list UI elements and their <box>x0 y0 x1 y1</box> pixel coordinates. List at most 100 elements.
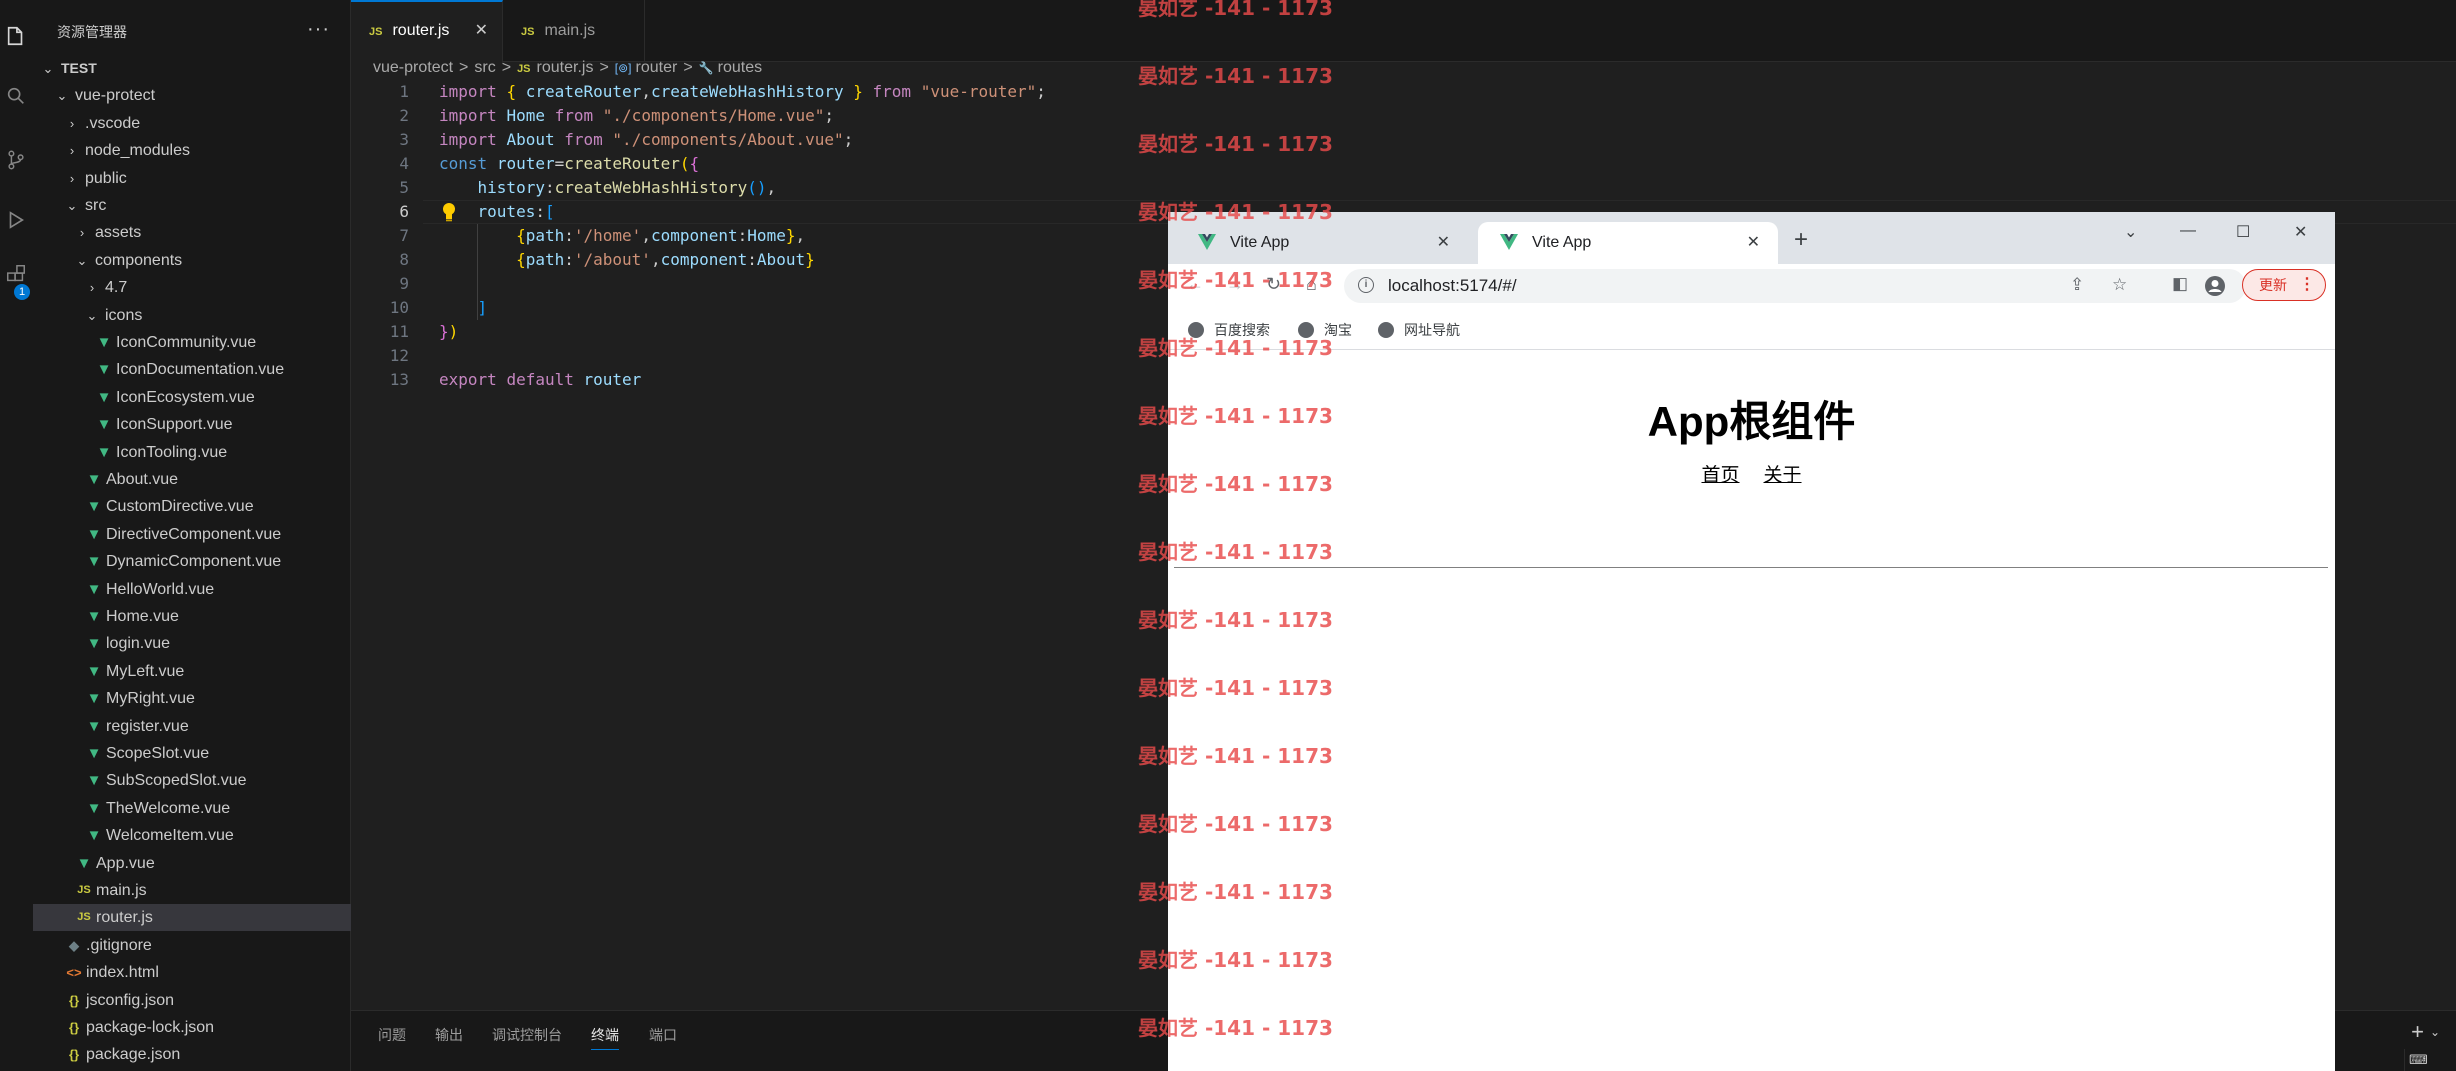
share-icon[interactable]: ⇪ <box>2070 275 2084 295</box>
code-token: import <box>439 82 497 101</box>
tree-item[interactable]: JS main.js <box>33 877 351 904</box>
tree-item[interactable]: ▼ About.vue <box>33 466 351 493</box>
chevron-down-icon[interactable]: ⌄ <box>55 82 69 109</box>
breadcrumb-item[interactable]: src <box>474 59 495 76</box>
breadcrumb-item[interactable]: vue-protect <box>373 59 453 76</box>
new-terminal-icon[interactable]: + <box>2411 1019 2424 1045</box>
chevron-right-icon[interactable]: › <box>85 274 99 301</box>
js-file-icon: JS <box>369 26 383 38</box>
tree-item[interactable]: {} jsconfig.json <box>33 987 351 1014</box>
tree-item[interactable]: ▼ IconEcosystem.vue <box>33 384 351 411</box>
tree-item[interactable]: ▼ IconSupport.vue <box>33 411 351 438</box>
chevron-down-icon[interactable]: ⌄ <box>75 247 89 274</box>
tree-item[interactable]: › 4.7 <box>33 274 351 301</box>
tree-item[interactable]: ▼ WelcomeItem.vue <box>33 822 351 849</box>
explorer-files-icon[interactable] <box>4 24 28 48</box>
chevron-right-icon[interactable]: › <box>65 137 79 164</box>
tab-output[interactable]: 输出 <box>435 1025 463 1045</box>
chevron-down-icon[interactable]: ⌄ <box>65 192 79 219</box>
run-debug-icon[interactable] <box>4 208 28 232</box>
tree-item[interactable]: ▼ login.vue <box>33 630 351 657</box>
tree-item[interactable]: ▼ ScopeSlot.vue <box>33 740 351 767</box>
tree-item[interactable]: ▼ DirectiveComponent.vue <box>33 521 351 548</box>
property-wrench-icon: 🔧 <box>698 61 714 75</box>
tree-item[interactable]: JS router.js <box>33 904 351 932</box>
tree-item[interactable]: {} package-lock.json <box>33 1014 351 1041</box>
tree-item[interactable]: ▼ TheWelcome.vue <box>33 795 351 822</box>
chevron-right-icon[interactable]: › <box>65 165 79 192</box>
home-link[interactable]: 首页 <box>1701 465 1739 486</box>
source-control-icon[interactable] <box>4 148 28 172</box>
chevron-right-icon[interactable]: › <box>75 219 89 246</box>
close-icon[interactable]: ✕ <box>475 2 488 60</box>
code-token: : <box>747 250 757 269</box>
bookmark-star-icon[interactable]: ☆ <box>2112 275 2127 295</box>
tab-problems[interactable]: 问题 <box>378 1025 406 1045</box>
tree-item[interactable]: {} package.json <box>33 1041 351 1068</box>
tree-item[interactable]: ▼ SubScopedSlot.vue <box>33 767 351 794</box>
tab-router-js[interactable]: JS router.js ✕ <box>351 0 503 62</box>
tab-debug-console[interactable]: 调试控制台 <box>492 1025 562 1045</box>
maximize-icon[interactable]: ☐ <box>2236 222 2250 242</box>
more-actions-icon[interactable]: ··· <box>307 18 330 41</box>
close-icon[interactable]: ✕ <box>1437 222 1450 264</box>
tree-item[interactable]: ▼ App.vue <box>33 850 351 877</box>
terminal-instance[interactable]: ⌨ node <box>2404 1049 2456 1071</box>
address-bar[interactable]: i localhost:5174/#/ ⇪ ☆ <box>1344 269 2246 303</box>
tab-search-chevron-icon[interactable]: ⌄ <box>2124 222 2137 242</box>
browser-tab-1[interactable]: Vite App ✕ <box>1176 222 1468 264</box>
bookmark-nav[interactable]: 网址导航 <box>1378 320 1460 340</box>
breadcrumb-item[interactable]: router <box>636 59 678 76</box>
tree-item[interactable]: ▼ Home.vue <box>33 603 351 630</box>
tree-item[interactable]: ▼ MyRight.vue <box>33 685 351 712</box>
chevron-down-icon[interactable]: ⌄ <box>85 302 99 329</box>
tree-item[interactable]: ⌄ vue-protect <box>33 82 351 109</box>
tree-item[interactable]: ◆ .gitignore <box>33 932 351 959</box>
browser-tab-2[interactable]: Vite App ✕ <box>1478 222 1778 264</box>
tree-item[interactable]: ▼ IconTooling.vue <box>33 439 351 466</box>
about-link[interactable]: 关于 <box>1764 465 1802 486</box>
breadcrumb-item[interactable]: router.js <box>537 59 594 76</box>
breadcrumb-item[interactable]: routes <box>718 59 762 76</box>
tree-item[interactable]: ⌄ TEST <box>33 55 351 82</box>
extensions-icon[interactable] <box>4 262 28 286</box>
tree-item[interactable]: ▼ register.vue <box>33 713 351 740</box>
tree-item[interactable]: ▼ MyLeft.vue <box>33 658 351 685</box>
chevron-down-icon[interactable]: ⌄ <box>2430 1025 2440 1039</box>
tree-item[interactable]: ▼ HelloWorld.vue <box>33 576 351 603</box>
tree-item[interactable]: ⌄ components <box>33 247 351 274</box>
browser-titlebar: Vite App ✕ Vite App ✕ + ⌄ — ☐ ✕ <box>1168 212 2335 264</box>
side-panel-icon[interactable]: ◧ <box>2172 274 2188 294</box>
close-window-icon[interactable]: ✕ <box>2294 222 2307 242</box>
tree-item[interactable]: › assets <box>33 219 351 246</box>
line-number: 11 <box>389 322 409 341</box>
site-info-icon[interactable]: i <box>1358 277 1374 293</box>
tree-item[interactable]: › public <box>33 165 351 192</box>
close-icon[interactable]: ✕ <box>1747 222 1760 264</box>
tree-item[interactable]: › node_modules <box>33 137 351 164</box>
lightbulb-icon[interactable] <box>439 201 459 223</box>
tree-item[interactable]: › .vscode <box>33 110 351 137</box>
tree-item[interactable]: <> index.html <box>33 959 351 986</box>
breadcrumb: vue-protect > src > JS router.js > [⊚] router > 🔧 r… <box>373 56 762 80</box>
tree-item[interactable]: ▼ CustomDirective.vue <box>33 493 351 520</box>
chevron-down-icon[interactable]: ⌄ <box>41 55 55 82</box>
profile-avatar-icon[interactable] <box>2204 275 2226 297</box>
tree-item[interactable]: ▼ IconCommunity.vue <box>33 329 351 356</box>
tab-main-js[interactable]: JS main.js <box>503 0 645 62</box>
tree-item[interactable]: ⌄ icons <box>33 302 351 329</box>
search-icon[interactable] <box>4 84 28 108</box>
menu-dots-icon[interactable]: ⋮ <box>2299 270 2315 300</box>
update-button[interactable]: 更新 ⋮ <box>2242 269 2326 301</box>
chevron-right-icon[interactable]: › <box>65 110 79 137</box>
tab-terminal[interactable]: 终端 <box>591 1025 619 1050</box>
new-tab-button[interactable]: + <box>1794 226 1808 254</box>
tree-item[interactable]: ▼ DynamicComponent.vue <box>33 548 351 575</box>
address-url[interactable]: localhost:5174/#/ <box>1388 276 1517 296</box>
vue-file-icon: ▼ <box>86 690 102 708</box>
minimize-icon[interactable]: — <box>2180 222 2196 240</box>
tab-ports[interactable]: 端口 <box>649 1025 677 1045</box>
tree-item[interactable]: ▼ IconDocumentation.vue <box>33 356 351 383</box>
page-divider <box>1174 567 2328 568</box>
tree-item[interactable]: ⌄ src <box>33 192 351 219</box>
